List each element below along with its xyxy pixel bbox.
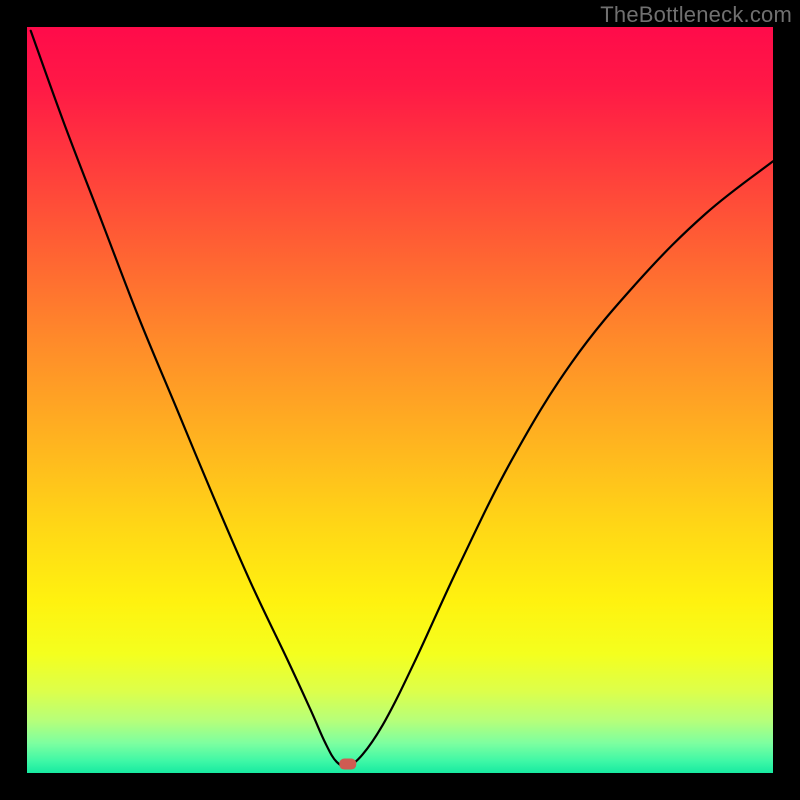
plot-background <box>27 27 773 773</box>
chart-frame: { "watermark": "TheBottleneck.com", "cha… <box>0 0 800 800</box>
watermark-text: TheBottleneck.com <box>600 2 792 28</box>
chart-plot <box>0 0 800 800</box>
optimal-marker <box>339 759 356 770</box>
